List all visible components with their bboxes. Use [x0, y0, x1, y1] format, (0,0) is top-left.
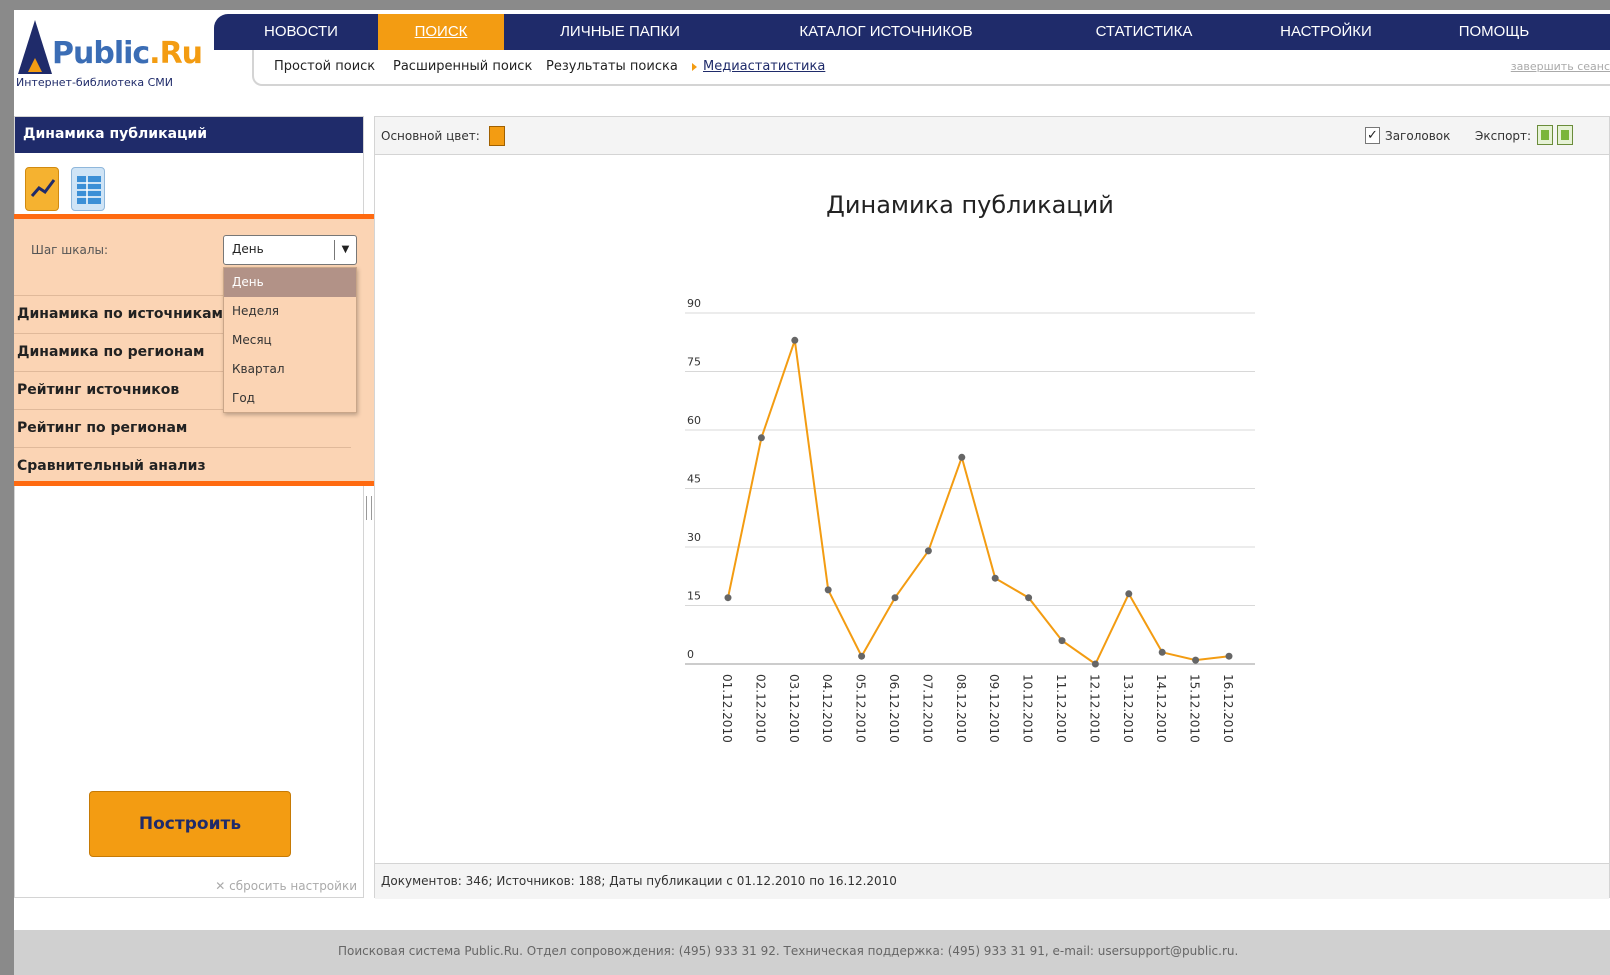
data-point-9 [991, 574, 999, 582]
y-tick-label-30: 30 [687, 531, 701, 544]
y-tick-label-45: 45 [687, 473, 701, 486]
export-label: Экспорт: [1475, 129, 1532, 143]
data-point-5 [858, 652, 866, 660]
nav-news[interactable]: НОВОСТИ [234, 14, 368, 50]
logo-triangle-accent [28, 58, 42, 72]
export-excel-icon[interactable] [1557, 125, 1573, 145]
nav-statistics[interactable]: СТАТИСТИКА [1074, 14, 1214, 50]
left-panel-title: Динамика публикаций [15, 117, 363, 153]
chevron-down-icon[interactable]: ▼ [334, 240, 356, 260]
subnav-advanced-search[interactable]: Расширенный поиск [393, 59, 532, 74]
data-point-14 [1158, 648, 1166, 656]
logo-subtitle: Интернет-библиотека СМИ [16, 76, 173, 89]
data-point-10 [1025, 594, 1033, 602]
x-tick-label-10: 10.12.2010 [1021, 674, 1035, 743]
scale-step-dropdown: День Неделя Месяц Квартал Год [223, 267, 357, 413]
x-tick-label-15: 15.12.2010 [1188, 674, 1202, 743]
scale-step-value: День [232, 242, 264, 256]
main-color-label: Основной цвет: [381, 129, 480, 143]
table-view-icon[interactable] [71, 167, 106, 211]
x-tick-label-13: 13.12.2010 [1121, 674, 1135, 743]
scale-step-label: Шаг шкалы: [31, 243, 109, 257]
x-tick-label-5: 05.12.2010 [854, 674, 868, 743]
x-tick-label-2: 02.12.2010 [753, 674, 767, 743]
subnav-mediastatistics[interactable]: Медиастатистика [703, 59, 825, 74]
panel-splitter[interactable] [366, 496, 372, 520]
data-point-13 [1125, 590, 1133, 598]
subnav-active-arrow-icon [692, 63, 697, 71]
y-tick-label-75: 75 [687, 356, 701, 369]
data-point-2 [757, 434, 765, 442]
nav-personal-folders[interactable]: ЛИЧНЫЕ ПАПКИ [530, 14, 710, 50]
y-tick-label-90: 90 [687, 297, 701, 310]
x-tick-label-11: 11.12.2010 [1054, 674, 1068, 743]
export-image-icon[interactable] [1537, 125, 1553, 145]
nav-settings[interactable]: НАСТРОЙКИ [1270, 14, 1382, 50]
dropdown-option-month[interactable]: Месяц [224, 326, 356, 355]
build-button[interactable]: Построить [89, 791, 291, 857]
view-switcher [25, 167, 113, 211]
menu-comparative-analysis[interactable]: Сравнительный анализ [14, 447, 351, 485]
chart-toolbar: Основной цвет: ✓ Заголовок Экспорт: [375, 117, 1609, 155]
reset-settings-link[interactable]: ✕ сбросить настройки [215, 879, 357, 893]
footer: Поисковая система Public.Ru. Отдел сопро… [14, 930, 1610, 975]
data-point-3 [791, 336, 799, 344]
data-point-6 [891, 594, 899, 602]
x-tick-label-16: 16.12.2010 [1221, 674, 1235, 743]
x-tick-label-12: 12.12.2010 [1087, 674, 1101, 743]
y-tick-label-60: 60 [687, 414, 701, 427]
main-color-swatch[interactable] [489, 126, 505, 146]
sub-navigation: Простой поиск Расширенный поиск Результа… [252, 50, 1610, 86]
data-point-4 [824, 586, 832, 594]
header-checkbox[interactable]: ✓ [1365, 127, 1380, 144]
reset-icon: ✕ [215, 879, 226, 893]
nav-help[interactable]: ПОМОЩЬ [1452, 14, 1536, 50]
highlight-frame: Шаг шкалы: День ▼ Динамика по источникам… [14, 214, 388, 486]
dropdown-option-year[interactable]: Год [224, 384, 356, 413]
data-point-15 [1192, 656, 1200, 664]
data-point-1 [724, 594, 732, 602]
x-tick-label-4: 04.12.2010 [820, 674, 834, 743]
subnav-search-results[interactable]: Результаты поиска [546, 59, 678, 74]
line-chart: 0 15 30 45 60 75 90 01.12.2010 02.12.2010 03.12.2… [685, 297, 1255, 743]
y-tick-label-0: 0 [687, 648, 694, 661]
nav-search[interactable]: ПОИСК [378, 14, 504, 50]
x-tick-label-9: 09.12.2010 [987, 674, 1001, 743]
app-window: Public.Ru Интернет-библиотека СМИ НОВОСТ… [14, 10, 1610, 975]
y-tick-label-15: 15 [687, 590, 701, 603]
nav-source-catalog[interactable]: КАТАЛОГ ИСТОЧНИКОВ [788, 14, 984, 50]
dropdown-option-week[interactable]: Неделя [224, 297, 356, 326]
logo-name: Public.Ru [52, 36, 203, 71]
line-chart-view-icon[interactable] [25, 167, 59, 211]
logo[interactable]: Public.Ru Интернет-библиотека СМИ [14, 14, 214, 94]
header-checkbox-label: Заголовок [1385, 129, 1451, 143]
menu-regions-rating[interactable]: Рейтинг по регионам [14, 409, 351, 447]
scale-step-select[interactable]: День ▼ [223, 235, 357, 265]
chart-title: Динамика публикаций [826, 191, 1114, 219]
data-point-8 [958, 453, 966, 461]
chart-panel: Основной цвет: ✓ Заголовок Экспорт: Дина… [374, 116, 1610, 899]
data-point-16 [1225, 652, 1233, 660]
x-tick-label-6: 06.12.2010 [887, 674, 901, 743]
x-tick-label-1: 01.12.2010 [720, 674, 734, 743]
subnav-simple-search[interactable]: Простой поиск [274, 59, 375, 74]
status-bar: Документов: 346; Источников: 188; Даты п… [375, 863, 1609, 899]
logout-link[interactable]: завершить сеанс [1511, 60, 1610, 73]
series-line [727, 339, 1230, 666]
x-tick-label-14: 14.12.2010 [1154, 674, 1168, 743]
x-tick-label-8: 08.12.2010 [954, 674, 968, 743]
dropdown-option-quarter[interactable]: Квартал [224, 355, 356, 384]
top-navigation: НОВОСТИ ПОИСК ЛИЧНЫЕ ПАПКИ КАТАЛОГ ИСТОЧ… [214, 14, 1610, 50]
data-point-11 [1058, 637, 1066, 645]
x-tick-label-3: 03.12.2010 [787, 674, 801, 743]
dropdown-option-day[interactable]: День [224, 268, 356, 297]
data-point-7 [924, 547, 932, 555]
x-tick-label-7: 07.12.2010 [920, 674, 934, 743]
data-point-12 [1091, 660, 1099, 668]
